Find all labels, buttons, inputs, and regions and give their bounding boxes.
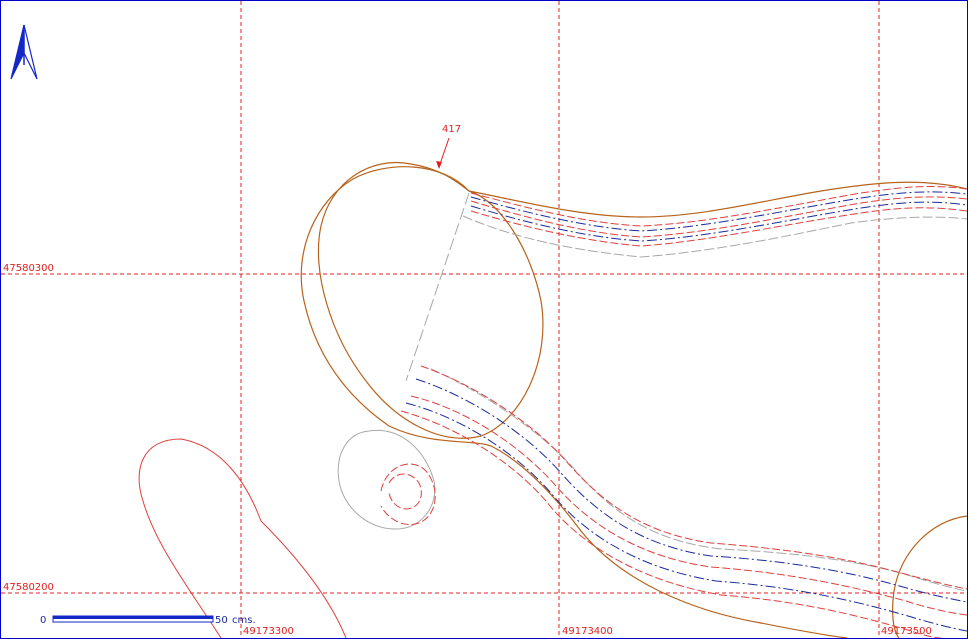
grid-label-y-2: 47580200 [3, 582, 54, 593]
contour-blue-bottom-2 [405, 402, 967, 632]
scale-bar-fill [53, 616, 213, 619]
feature-label-417[interactable]: 417 [436, 124, 461, 169]
scale-bar: 0 50 cms. [40, 615, 256, 626]
scale-end-label: 50 [215, 615, 228, 626]
map-canvas[interactable]: 47580300 47580200 49173300 49173400 4917… [1, 1, 967, 638]
arrowhead-icon [436, 161, 442, 169]
contour-brown-outer-loop [300, 166, 848, 638]
map-frame[interactable]: 47580300 47580200 49173300 49173400 4917… [0, 0, 968, 639]
contour-brown-top-ridge [468, 181, 967, 218]
grid-label-x-1: 49173300 [243, 626, 294, 637]
contour-brown-group [300, 162, 967, 638]
grid-label-y-1: 47580300 [3, 263, 54, 274]
feature-label-text: 417 [442, 124, 461, 135]
contour-brown-right-arc [892, 515, 967, 638]
contour-blue-group [405, 191, 967, 632]
contour-blue-top-1 [470, 191, 967, 232]
contour-gray-top [462, 215, 967, 258]
grid-label-x-2: 49173400 [562, 626, 613, 637]
contour-red-lobe [138, 438, 347, 638]
contour-red-bottom-1 [420, 365, 967, 590]
contour-gray-chord [405, 192, 470, 382]
north-arrow-icon [10, 24, 38, 80]
grid [1, 1, 967, 638]
contour-red-top-3 [470, 207, 967, 247]
grid-labels: 47580300 47580200 49173300 49173400 4917… [3, 263, 932, 637]
contour-gray-bottom [430, 368, 967, 592]
contour-gray-group [337, 192, 967, 592]
contour-brown-inner-loop [317, 162, 544, 439]
contour-red-bottom-3 [400, 410, 942, 638]
scale-start-label: 0 [40, 615, 46, 626]
scale-unit-label: cms. [232, 615, 256, 626]
contour-red-small-loop-2 [388, 473, 422, 510]
